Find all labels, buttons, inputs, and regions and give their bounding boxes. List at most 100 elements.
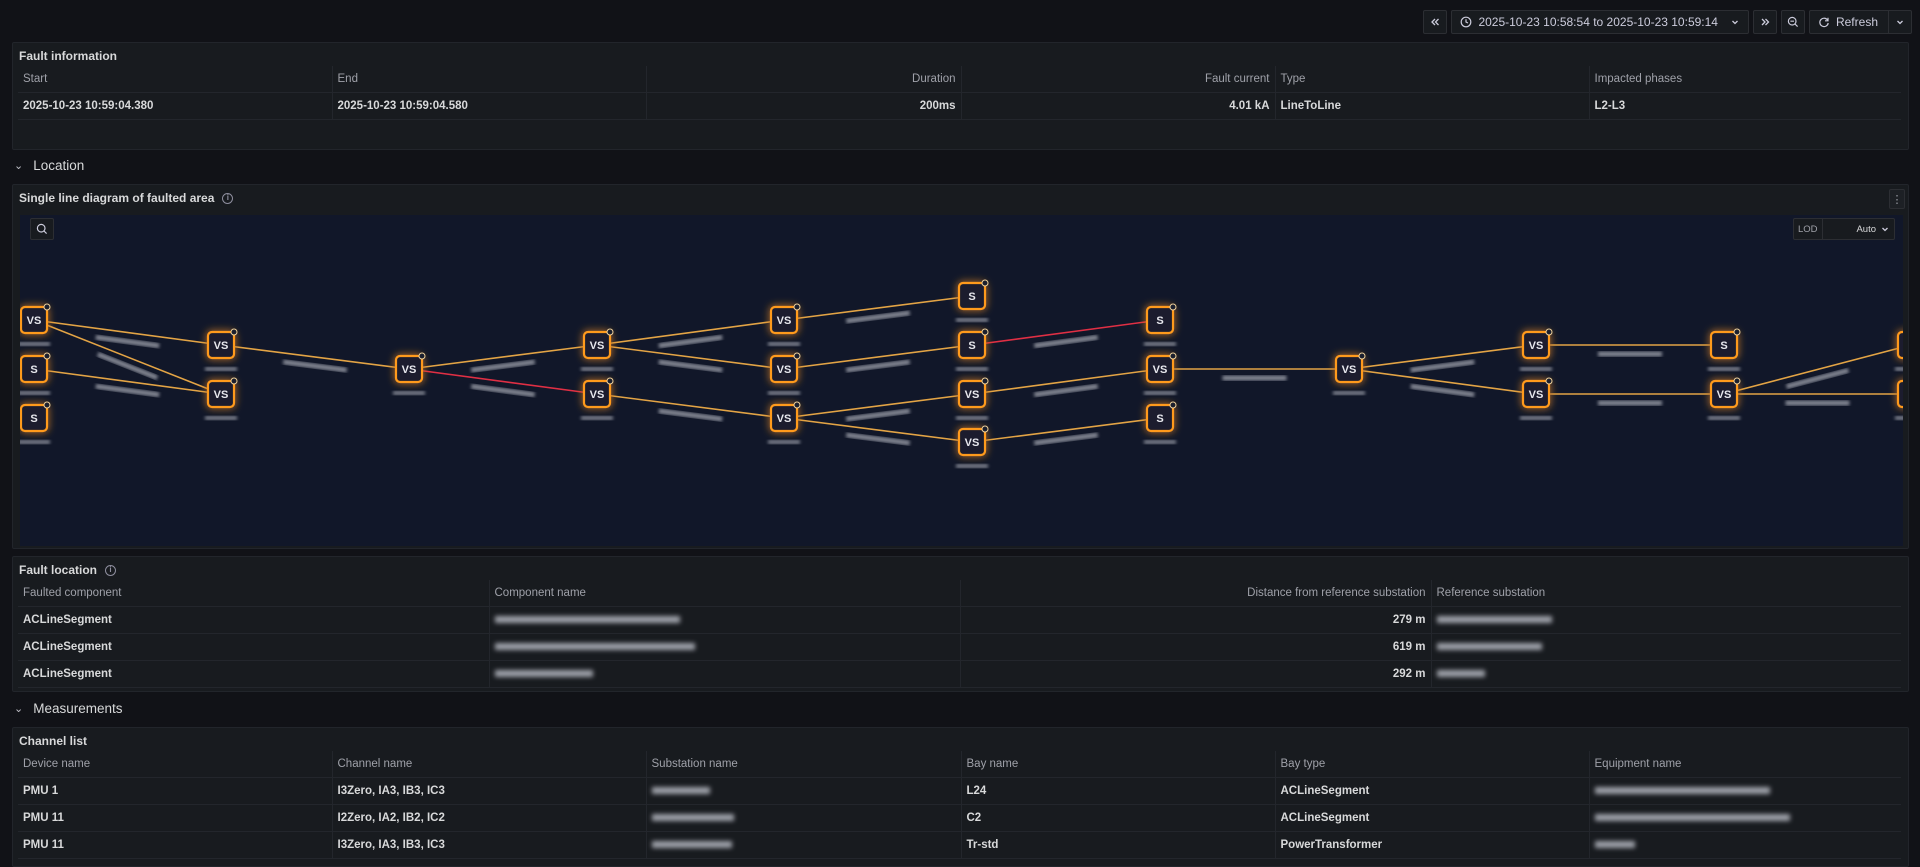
node-badge bbox=[418, 352, 426, 360]
channel-name-cell: I3Zero, IA3, IB3, IC3 bbox=[332, 777, 647, 805]
node-badge bbox=[1169, 401, 1177, 409]
column-header[interactable]: Faulted component bbox=[18, 580, 490, 607]
redacted-node-name bbox=[20, 440, 50, 444]
search-icon bbox=[36, 223, 48, 235]
voltage-substation-node[interactable]: VS bbox=[20, 303, 51, 346]
fault-information-panel: Fault information Start End Duration Fau… bbox=[12, 42, 1909, 150]
lod-value: Auto bbox=[1856, 223, 1876, 235]
node-label: VS bbox=[965, 389, 980, 401]
column-header[interactable]: Device name bbox=[18, 751, 333, 778]
lod-select[interactable]: LOD Auto bbox=[1793, 218, 1895, 240]
voltage-substation-node[interactable]: VS bbox=[768, 303, 801, 346]
node-badge bbox=[43, 303, 51, 311]
faulted-component-cell: ACLineSegment bbox=[18, 633, 490, 661]
voltage-substation-node[interactable]: VS bbox=[1520, 328, 1553, 371]
column-header[interactable]: Start bbox=[18, 66, 333, 93]
time-shift-forward-button[interactable] bbox=[1752, 10, 1777, 34]
clock-icon bbox=[1461, 16, 1472, 28]
column-header[interactable]: Reference substation bbox=[1431, 580, 1901, 607]
column-header[interactable]: Distance from reference substation bbox=[960, 580, 1432, 607]
voltage-substation-node[interactable]: VS bbox=[205, 328, 238, 371]
voltage-substation-node[interactable]: VS bbox=[1895, 378, 1903, 420]
diagram-canvas[interactable]: VS S S VS VS VS VS VS VS VS VS S S VS VS S VS S VS VS VS S VS V… bbox=[20, 215, 1903, 546]
chevron-down-icon[interactable] bbox=[1895, 17, 1905, 27]
column-header[interactable]: Bay type bbox=[1275, 751, 1590, 778]
duration-cell: 200ms bbox=[646, 92, 962, 120]
line-segment[interactable] bbox=[1723, 345, 1903, 395]
redacted-node-name bbox=[956, 318, 988, 322]
table-header-row: Device name Channel name Substation name… bbox=[18, 751, 1901, 778]
lod-label: LOD bbox=[1794, 219, 1823, 239]
info-icon[interactable]: i bbox=[105, 564, 116, 576]
chevron-down-icon bbox=[1732, 20, 1738, 25]
column-header[interactable]: Component name bbox=[489, 580, 961, 607]
redacted-node-name bbox=[1520, 367, 1552, 371]
redacted-node-name bbox=[1144, 440, 1176, 444]
redacted-line-label bbox=[658, 359, 723, 373]
column-header[interactable]: Fault current bbox=[961, 66, 1276, 93]
panel-menu-icon[interactable]: ⋮ bbox=[1889, 189, 1905, 209]
substation-node[interactable]: S bbox=[20, 401, 51, 444]
redacted-line-label bbox=[1410, 383, 1475, 398]
zoom-out-button[interactable] bbox=[1780, 10, 1805, 34]
voltage-substation-node[interactable]: VS bbox=[581, 377, 614, 420]
column-header[interactable]: Type bbox=[1275, 66, 1590, 93]
column-header[interactable]: Channel name bbox=[332, 751, 647, 778]
substation-node[interactable]: S bbox=[1144, 401, 1177, 444]
redacted-line-label bbox=[845, 432, 911, 446]
redacted-node-name bbox=[393, 391, 425, 395]
voltage-substation-node[interactable]: VS bbox=[1144, 352, 1177, 395]
voltage-substation-node[interactable]: VS bbox=[768, 401, 801, 444]
column-header[interactable]: Substation name bbox=[646, 751, 962, 778]
node-badge bbox=[1733, 377, 1741, 385]
measurements-section-header[interactable]: ⌄ Measurements bbox=[14, 701, 123, 716]
substation-node[interactable]: S bbox=[956, 328, 989, 371]
voltage-substation-node[interactable]: VS bbox=[956, 377, 989, 420]
voltage-substation-node[interactable]: VS bbox=[1895, 329, 1903, 371]
redacted-text bbox=[651, 787, 710, 795]
column-header[interactable]: Duration bbox=[646, 66, 962, 93]
time-range-label: 2025-10-23 10:58:54 to 2025-10-23 10:59:… bbox=[1478, 15, 1718, 29]
node-badge bbox=[43, 352, 51, 360]
node-label: VS bbox=[27, 315, 42, 327]
substation-node[interactable]: S bbox=[1144, 303, 1177, 346]
voltage-substation-node[interactable]: VS bbox=[956, 425, 989, 468]
refresh-button[interactable]: Refresh bbox=[1808, 10, 1912, 34]
voltage-substation-node[interactable]: VS bbox=[581, 328, 614, 371]
refresh-label: Refresh bbox=[1835, 15, 1878, 29]
node-label: VS bbox=[1717, 389, 1732, 401]
column-header[interactable]: End bbox=[332, 66, 647, 93]
voltage-substation-node[interactable]: VS bbox=[393, 352, 426, 395]
voltage-substation-node[interactable]: VS bbox=[1708, 377, 1741, 420]
voltage-substation-node[interactable]: VS bbox=[1333, 352, 1366, 395]
column-header[interactable]: Equipment name bbox=[1589, 751, 1901, 778]
column-header[interactable]: Impacted phases bbox=[1589, 66, 1901, 93]
redacted-text bbox=[1436, 670, 1485, 678]
node-label: VS bbox=[777, 364, 792, 376]
diagram-search-button[interactable] bbox=[30, 218, 54, 240]
voltage-substation-node[interactable]: VS bbox=[1520, 377, 1553, 420]
location-section-header[interactable]: ⌄ Location bbox=[14, 158, 84, 173]
line-segment[interactable] bbox=[33, 319, 222, 395]
time-range-picker[interactable]: 2025-10-23 10:58:54 to 2025-10-23 10:59:… bbox=[1451, 10, 1749, 34]
single-line-diagram-panel: Single line diagram of faulted area i ⋮ … bbox=[12, 184, 1909, 549]
column-header[interactable]: Bay name bbox=[961, 751, 1276, 778]
chevron-down-icon: ⌄ bbox=[14, 160, 24, 172]
voltage-substation-node[interactable]: VS bbox=[768, 352, 801, 395]
node-badge bbox=[43, 401, 51, 409]
network-diagram[interactable]: VS S S VS VS VS VS VS VS VS VS S S VS VS S VS S VS VS VS S VS V… bbox=[20, 215, 1903, 546]
redacted-text bbox=[1594, 841, 1635, 849]
distance-cell: 619 m bbox=[960, 633, 1432, 661]
panel-title-text: Fault location bbox=[19, 563, 97, 577]
redacted-line-label bbox=[1222, 375, 1287, 381]
substation-node[interactable]: S bbox=[956, 279, 989, 322]
voltage-substation-node[interactable]: VS bbox=[205, 377, 238, 420]
info-icon[interactable]: i bbox=[222, 192, 234, 204]
substation-node[interactable]: S bbox=[1708, 328, 1741, 371]
redacted-text bbox=[1594, 814, 1790, 822]
table-row: ACLineSegment 619 m bbox=[18, 633, 1901, 661]
equipment-name-cell bbox=[1589, 831, 1901, 859]
substation-node[interactable]: S bbox=[20, 352, 51, 395]
redacted-text bbox=[1594, 787, 1770, 795]
time-shift-back-button[interactable] bbox=[1423, 10, 1448, 34]
